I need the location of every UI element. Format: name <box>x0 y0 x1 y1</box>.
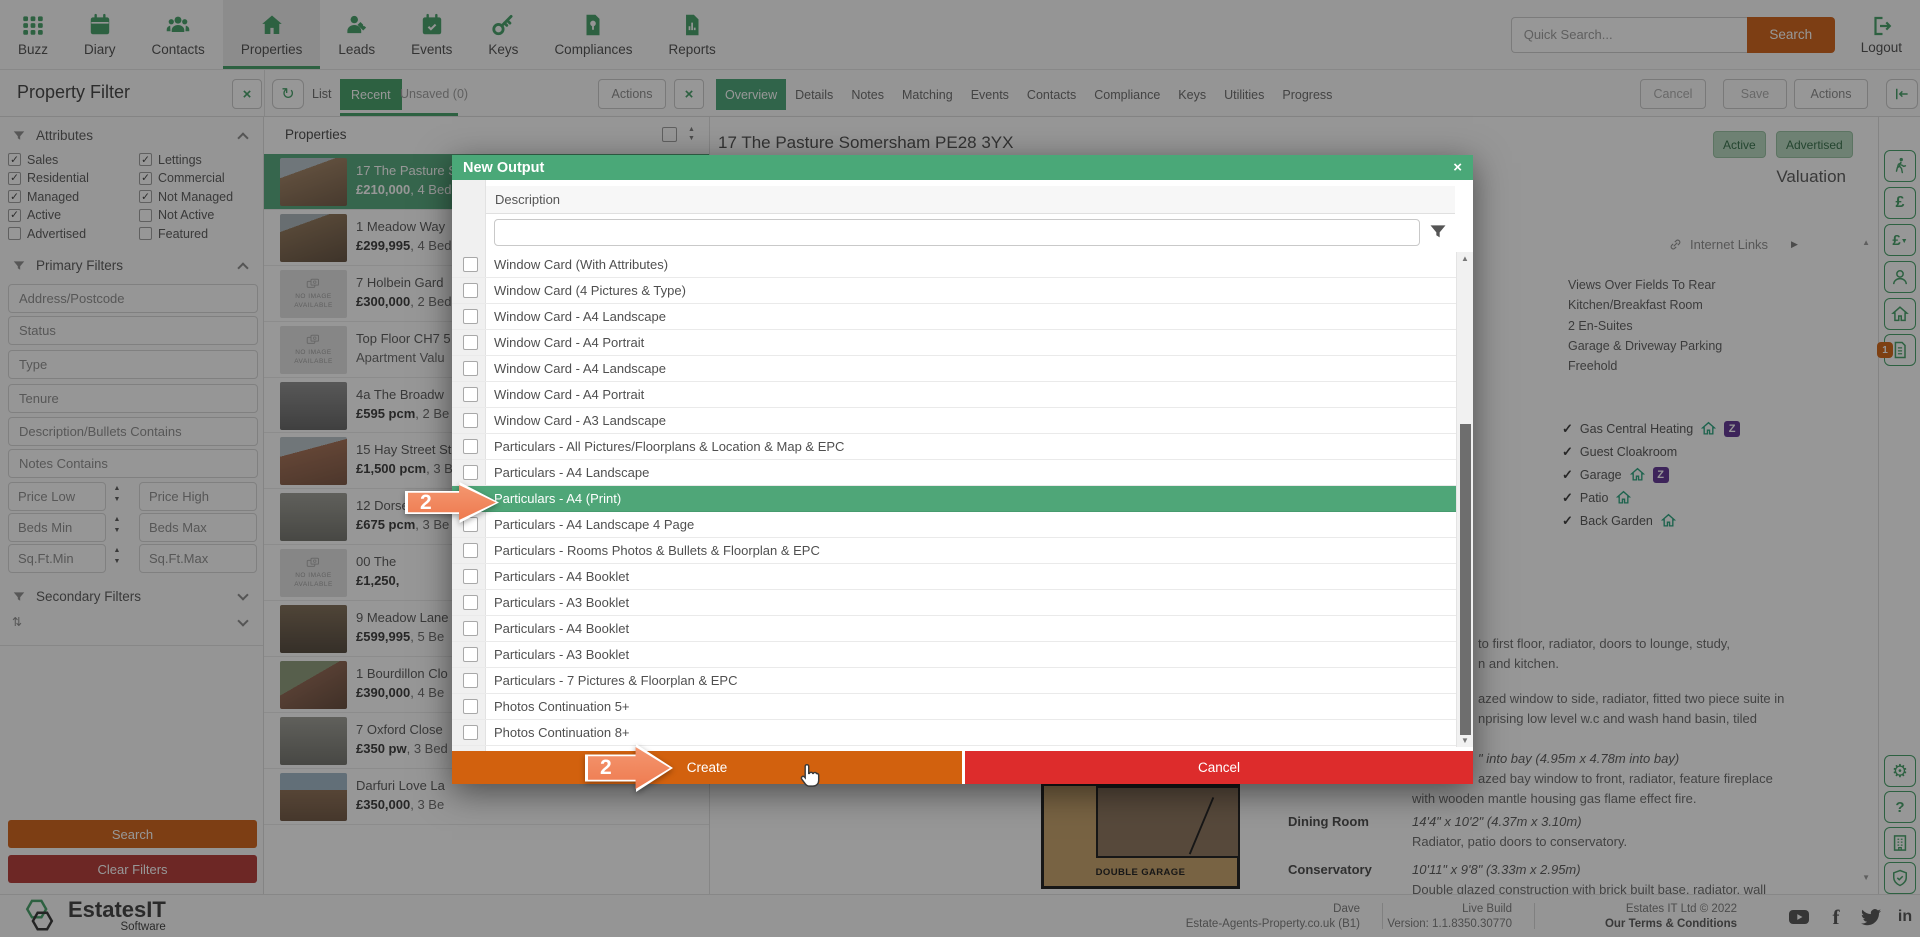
output-row-label: Particulars - A4 Booklet <box>494 569 629 584</box>
output-row-window-card-a4-landscape[interactable]: Window Card - A4 Landscape <box>452 356 1456 382</box>
output-row-label: Particulars - A4 Booklet <box>494 621 629 636</box>
output-row-label: Particulars - A4 Landscape <box>494 465 649 480</box>
output-row-window-card-a4-portrait[interactable]: Window Card - A4 Portrait <box>452 382 1456 408</box>
row-checkbox[interactable] <box>463 569 478 584</box>
output-row-label: Particulars - A3 Booklet <box>494 595 629 610</box>
output-row-label: Window Card (4 Pictures & Type) <box>494 283 686 298</box>
output-row-particulars-a3-booklet[interactable]: Particulars - A3 Booklet <box>452 590 1456 616</box>
output-row-window-card-a4-portrait[interactable]: Window Card - A4 Portrait <box>452 330 1456 356</box>
row-checkbox[interactable] <box>463 595 478 610</box>
row-checkbox[interactable] <box>463 621 478 636</box>
modal-header: New Output × <box>452 155 1473 180</box>
row-checkbox[interactable] <box>463 257 478 272</box>
description-column-header: Description <box>486 186 1455 214</box>
row-checkbox[interactable] <box>463 309 478 324</box>
scroll-up-icon[interactable]: ▲ <box>1457 254 1473 263</box>
step-annotation-label: 2 <box>420 491 432 515</box>
output-row-window-card-with-attributes[interactable]: Window Card (With Attributes) <box>452 252 1456 278</box>
output-row-particulars-a4-landscape-4-page[interactable]: Particulars - A4 Landscape 4 Page <box>452 512 1456 538</box>
create-button[interactable]: Create <box>452 751 962 784</box>
output-row-label: Window Card - A3 Landscape <box>494 413 666 428</box>
output-row-label: Photos Continuation 8+ <box>494 725 630 740</box>
output-row-particulars-7-pictures-floorplan-epc[interactable]: Particulars - 7 Pictures & Floorplan & E… <box>452 668 1456 694</box>
output-row-label: Photos Continuation 5+ <box>494 699 630 714</box>
row-checkbox[interactable] <box>463 387 478 402</box>
hand-cursor-icon <box>795 762 822 793</box>
output-row-label: Particulars - A4 Landscape 4 Page <box>494 517 694 532</box>
row-checkbox[interactable] <box>463 543 478 558</box>
output-row-particulars-a4-booklet[interactable]: Particulars - A4 Booklet <box>452 616 1456 642</box>
row-checkbox[interactable] <box>463 335 478 350</box>
scrollbar-thumb[interactable] <box>1460 424 1471 735</box>
output-row-label: Window Card (With Attributes) <box>494 257 668 272</box>
output-row-window-card-a3-landscape[interactable]: Window Card - A3 Landscape <box>452 408 1456 434</box>
modal-title: New Output <box>463 160 544 176</box>
output-row-label: Particulars - A4 (Print) <box>494 491 621 506</box>
row-checkbox[interactable] <box>463 439 478 454</box>
output-row-label: Particulars - 7 Pictures & Floorplan & E… <box>494 673 737 688</box>
output-row-particulars-a4-landscape[interactable]: Particulars - A4 Landscape <box>452 460 1456 486</box>
output-row-particulars-rooms-photos-bullets-floorplan-epc[interactable]: Particulars - Rooms Photos & Bullets & F… <box>452 538 1456 564</box>
row-checkbox[interactable] <box>463 725 478 740</box>
output-row-label: Particulars - All Pictures/Floorplans & … <box>494 439 844 454</box>
modal-scrollbar[interactable]: ▲ ▼ <box>1456 252 1473 747</box>
output-row-particulars-a4-booklet[interactable]: Particulars - A4 Booklet <box>452 564 1456 590</box>
step-annotation-create: 2 <box>585 744 673 792</box>
output-row-particulars-all-pictures-floorplans-location-map-epc[interactable]: Particulars - All Pictures/Floorplans & … <box>452 434 1456 460</box>
row-checkbox[interactable] <box>463 647 478 662</box>
step-annotation-row: 2 <box>405 482 499 523</box>
output-row-label: Window Card - A4 Portrait <box>494 335 644 350</box>
output-row-photos-continuation-8[interactable]: Photos Continuation 8+ <box>452 720 1456 746</box>
output-row-label: Window Card - A4 Landscape <box>494 361 666 376</box>
scroll-down-icon[interactable]: ▼ <box>1457 736 1473 745</box>
row-checkbox[interactable] <box>463 361 478 376</box>
row-checkbox[interactable] <box>463 413 478 428</box>
output-row-label: Particulars - Rooms Photos & Bullets & F… <box>494 543 820 558</box>
row-checkbox[interactable] <box>463 283 478 298</box>
output-row-window-card-4-pictures-type[interactable]: Window Card (4 Pictures & Type) <box>452 278 1456 304</box>
description-filter-input[interactable] <box>494 219 1420 246</box>
output-row-particulars-a4-print[interactable]: Particulars - A4 (Print) <box>452 486 1456 512</box>
new-output-modal: New Output × Description Window Card (Wi… <box>452 155 1473 784</box>
row-checkbox[interactable] <box>463 465 478 480</box>
output-row-particulars-a3-booklet[interactable]: Particulars - A3 Booklet <box>452 642 1456 668</box>
filter-funnel-icon[interactable] <box>1428 222 1448 242</box>
row-checkbox[interactable] <box>463 699 478 714</box>
output-row-photos-continuation-5[interactable]: Photos Continuation 5+ <box>452 694 1456 720</box>
output-row-label: Window Card - A4 Portrait <box>494 387 644 402</box>
modal-body: Description Window Card (With Attributes… <box>452 180 1473 751</box>
output-row-label: Window Card - A4 Landscape <box>494 309 666 324</box>
output-row-window-card-a4-landscape[interactable]: Window Card - A4 Landscape <box>452 304 1456 330</box>
row-checkbox[interactable] <box>463 673 478 688</box>
modal-close-icon[interactable]: × <box>1453 159 1462 176</box>
output-row-label: Particulars - A3 Booklet <box>494 647 629 662</box>
output-rows: Window Card (With Attributes) Window Card… <box>452 252 1456 746</box>
step-annotation-label: 2 <box>600 756 612 780</box>
modal-cancel-button[interactable]: Cancel <box>965 751 1473 784</box>
